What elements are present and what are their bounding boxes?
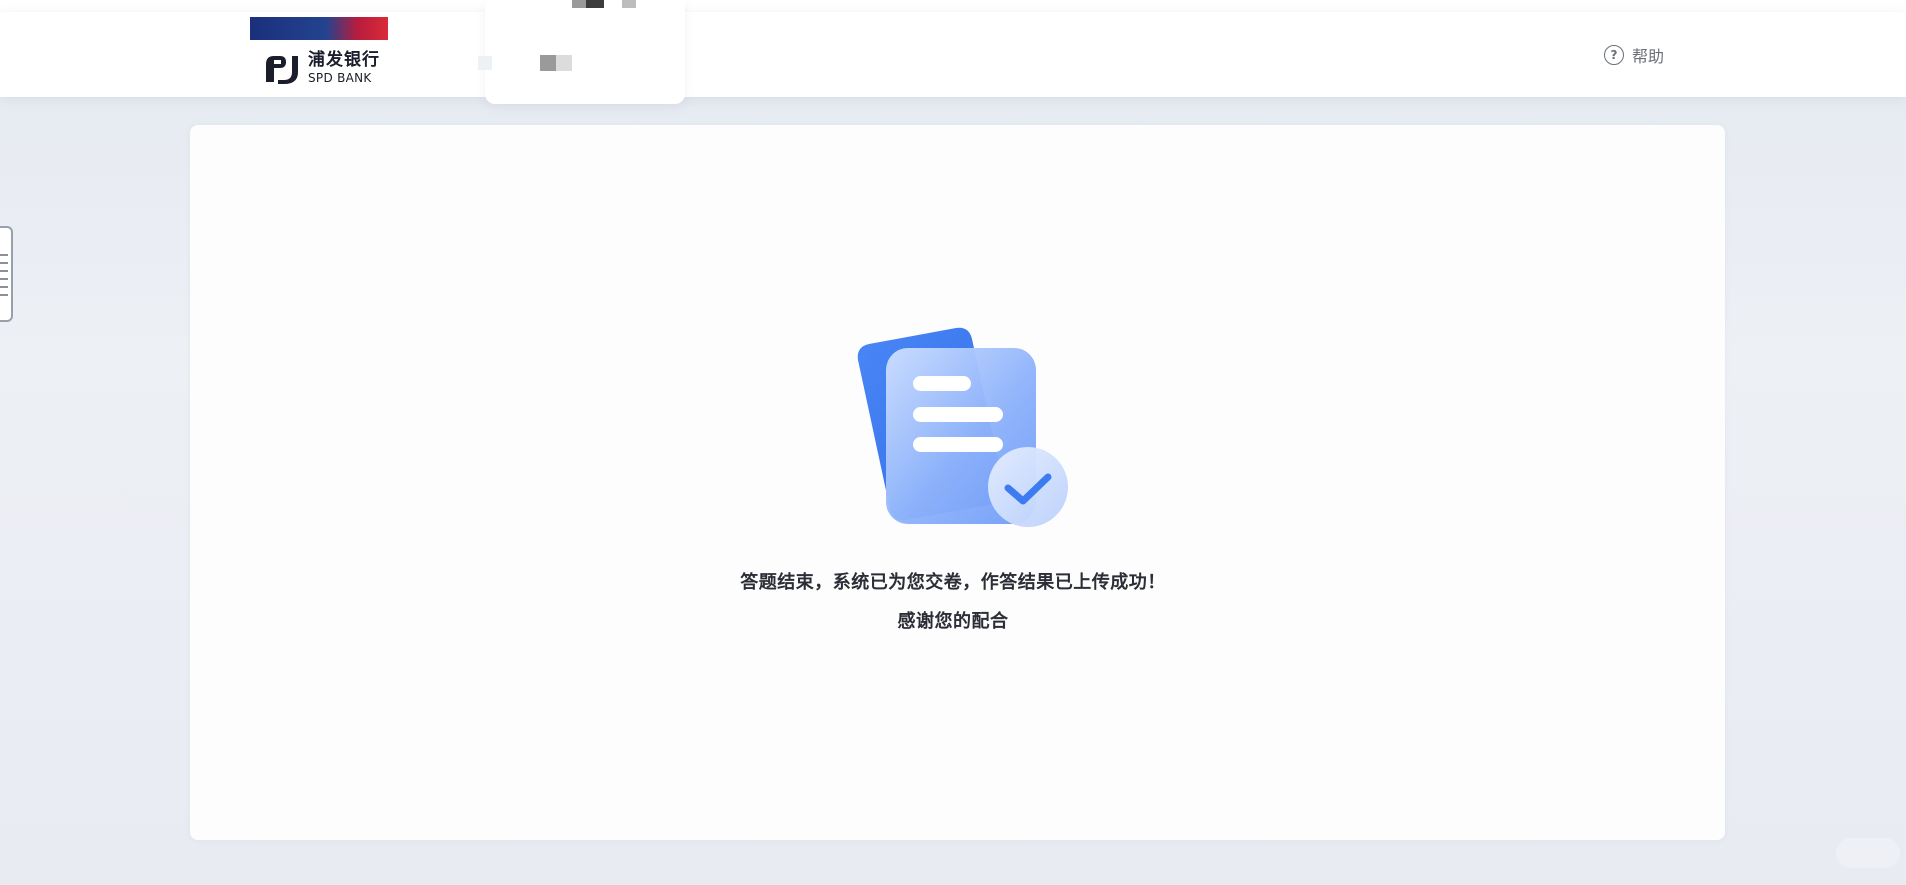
floating-widget[interactable] [1836,838,1900,868]
blurred-pixel [586,0,604,8]
result-message: 答题结束，系统已为您交卷，作答结果已上传成功！ [740,572,1166,593]
document-check-icon [857,327,1068,527]
header-blurred-tab [485,0,685,104]
help-button[interactable]: ? 帮助 [1604,43,1664,67]
help-label: 帮助 [1632,47,1665,66]
blurred-user-info [556,55,572,71]
logo-text: 浦发银行 SPD BANK [308,50,380,85]
thanks-message: 感谢您的配合 [897,611,1009,632]
spd-bank-logo-icon [266,56,298,84]
handle-line [0,254,8,256]
handle-line [0,262,8,264]
handle-line [0,270,8,272]
logo-name-en: SPD BANK [308,71,372,85]
blurred-pixel [622,0,636,8]
spd-bank-logo: 浦发银行 SPD BANK [262,50,380,86]
side-drawer-handle[interactable] [0,226,13,322]
blurred-user-info [540,55,556,71]
blurred-pixel [572,0,586,8]
question-circle-icon: ? [1604,45,1624,65]
handle-line [0,294,8,296]
logo-banner [250,17,388,40]
page: 浦发银行 SPD BANK ? 帮助 答题结束，系统已为您交卷，作答结果已上传成… [0,0,1906,885]
logo-name-cn: 浦发银行 [308,50,380,70]
blurred-user-info [478,56,492,70]
handle-line [0,286,8,288]
handle-line [0,278,8,280]
